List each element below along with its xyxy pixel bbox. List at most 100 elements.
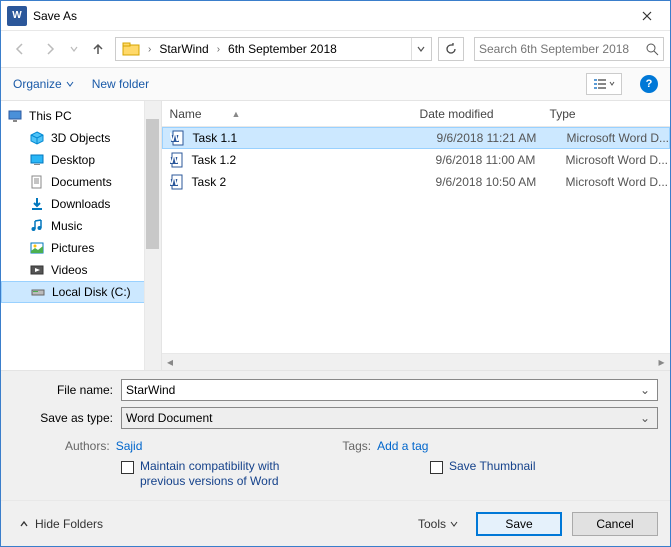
folder-icon xyxy=(122,40,140,58)
file-row[interactable]: WTask 1.29/6/2018 11:00 AMMicrosoft Word… xyxy=(162,149,670,171)
horizontal-scrollbar[interactable]: ◂ ▸ xyxy=(162,353,670,370)
save-type-dropdown[interactable]: ⌄ xyxy=(637,411,653,425)
file-name: Task 1.1 xyxy=(193,131,437,145)
filename-label: File name: xyxy=(13,383,121,397)
tree-item-local-disk-c[interactable]: Local Disk (C:) xyxy=(1,281,161,303)
up-button[interactable] xyxy=(85,36,111,62)
videos-icon xyxy=(29,262,45,278)
breadcrumb-dropdown[interactable] xyxy=(411,38,429,60)
file-row[interactable]: W Task 29/6/2018 10:50 AMMicrosoft Word D… xyxy=(162,171,670,193)
downloads-icon xyxy=(29,196,45,212)
col-label: Name xyxy=(170,107,202,121)
tree-label: Downloads xyxy=(51,197,110,211)
tree-item-pictures[interactable]: Pictures xyxy=(1,237,161,259)
filename-dropdown[interactable]: ⌄ xyxy=(637,383,653,397)
thumbnail-label: Save Thumbnail xyxy=(449,459,536,475)
tree-label: Videos xyxy=(51,263,87,277)
close-button[interactable] xyxy=(624,1,670,31)
sidebar-scrollbar[interactable] xyxy=(144,101,161,370)
breadcrumb-item[interactable]: 6th September 2018 xyxy=(224,40,341,58)
checkbox-icon[interactable] xyxy=(121,461,134,474)
checkbox-icon[interactable] xyxy=(430,461,443,474)
chevron-down-icon xyxy=(450,521,458,527)
window-title: Save As xyxy=(33,9,77,23)
svg-text:W: W xyxy=(169,174,180,188)
tags-label: Tags: xyxy=(342,439,371,453)
tree-label: Local Disk (C:) xyxy=(52,285,131,299)
authors-label: Authors: xyxy=(65,439,110,453)
search-box[interactable] xyxy=(474,37,664,61)
file-name: Task 2 xyxy=(192,175,436,189)
view-options-button[interactable] xyxy=(586,73,622,95)
tree-label: 3D Objects xyxy=(51,131,110,145)
chevron-down-icon xyxy=(66,81,74,87)
recent-locations-chevron[interactable] xyxy=(67,36,81,62)
svg-text:W: W xyxy=(170,130,181,144)
pictures-icon xyxy=(29,240,45,256)
authors-value[interactable]: Sajid xyxy=(116,439,143,453)
filename-input-wrapper[interactable]: ⌄ xyxy=(121,379,658,401)
save-options-pane: File name: ⌄ Save as type: Word Document… xyxy=(1,370,670,500)
tree-label: Pictures xyxy=(51,241,94,255)
breadcrumb-item[interactable]: StarWind xyxy=(155,40,212,58)
folder-tree: This PC 3D Objects Desktop Documents Dow… xyxy=(1,101,162,370)
file-type: Microsoft Word D... xyxy=(566,175,670,189)
music-icon xyxy=(29,218,45,234)
disk-icon xyxy=(30,284,46,300)
tools-label: Tools xyxy=(418,517,446,531)
tree-item-3d-objects[interactable]: 3D Objects xyxy=(1,127,161,149)
save-type-combo[interactable]: Word Document ⌄ xyxy=(121,407,658,429)
search-input[interactable] xyxy=(479,42,646,56)
chevron-right-icon[interactable]: › xyxy=(213,44,224,55)
scrollbar-thumb[interactable] xyxy=(146,119,159,249)
word-doc-icon: W xyxy=(168,151,186,169)
tools-menu[interactable]: Tools xyxy=(418,517,458,531)
thumbnail-checkbox[interactable]: Save Thumbnail xyxy=(430,459,536,490)
main-area: This PC 3D Objects Desktop Documents Dow… xyxy=(1,101,670,370)
compat-label: Maintain compatibility with previous ver… xyxy=(140,459,290,490)
tree-item-this-pc[interactable]: This PC xyxy=(1,105,161,127)
back-button[interactable] xyxy=(7,36,33,62)
save-type-label: Save as type: xyxy=(13,411,121,425)
column-name[interactable]: Name▲ xyxy=(170,107,420,121)
tree-label: This PC xyxy=(29,109,72,123)
tree-item-videos[interactable]: Videos xyxy=(1,259,161,281)
new-folder-button[interactable]: New folder xyxy=(92,77,149,91)
search-icon[interactable] xyxy=(646,43,659,56)
save-type-value: Word Document xyxy=(126,411,637,425)
cancel-button[interactable]: Cancel xyxy=(572,512,658,536)
tree-item-music[interactable]: Music xyxy=(1,215,161,237)
column-type[interactable]: Type xyxy=(550,107,670,121)
file-date: 9/6/2018 11:00 AM xyxy=(436,153,566,167)
filename-input[interactable] xyxy=(126,383,637,397)
column-date[interactable]: Date modified xyxy=(420,107,550,121)
organize-menu[interactable]: Organize xyxy=(13,77,74,91)
save-button[interactable]: Save xyxy=(476,512,562,536)
tree-item-downloads[interactable]: Downloads xyxy=(1,193,161,215)
tags-value[interactable]: Add a tag xyxy=(377,439,428,453)
word-app-icon: W xyxy=(7,6,27,26)
column-headers: Name▲ Date modified Type xyxy=(162,101,670,127)
tree-label: Music xyxy=(51,219,82,233)
file-list: Name▲ Date modified Type WTask 1.19/6/20… xyxy=(162,101,670,370)
tree-item-documents[interactable]: Documents xyxy=(1,171,161,193)
scroll-right-button[interactable]: ▸ xyxy=(653,354,670,371)
tree-item-desktop[interactable]: Desktop xyxy=(1,149,161,171)
hide-folders-label: Hide Folders xyxy=(35,517,103,531)
forward-button[interactable] xyxy=(37,36,63,62)
documents-icon xyxy=(29,174,45,190)
compat-checkbox[interactable]: Maintain compatibility with previous ver… xyxy=(121,459,290,490)
chevron-right-icon[interactable]: › xyxy=(144,44,155,55)
file-date: 9/6/2018 10:50 AM xyxy=(436,175,566,189)
breadcrumb-bar[interactable]: › StarWind › 6th September 2018 xyxy=(115,37,432,61)
scroll-left-button[interactable]: ◂ xyxy=(162,354,179,371)
chevron-up-icon xyxy=(19,519,29,529)
file-date: 9/6/2018 11:21 AM xyxy=(437,131,567,145)
word-doc-icon: W xyxy=(168,173,186,191)
help-button[interactable]: ? xyxy=(640,75,658,93)
refresh-button[interactable] xyxy=(438,37,464,61)
file-row[interactable]: WTask 1.19/6/2018 11:21 AMMicrosoft Word… xyxy=(162,127,670,149)
toolbar: Organize New folder ? xyxy=(1,67,670,101)
word-doc-icon: W xyxy=(169,129,187,147)
hide-folders-button[interactable]: Hide Folders xyxy=(19,517,103,531)
